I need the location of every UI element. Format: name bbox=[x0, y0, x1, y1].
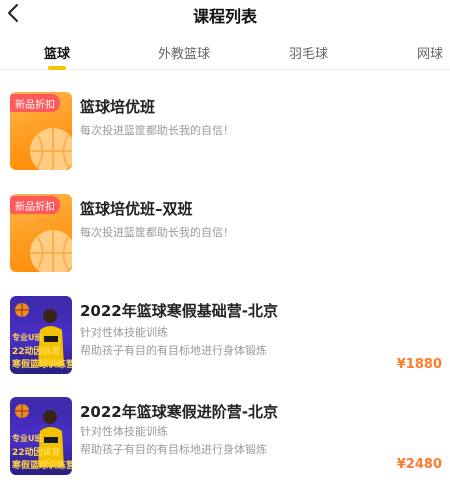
course-description: 针对性体技能训练 bbox=[80, 326, 168, 339]
promo-label: 专业U班 bbox=[12, 434, 43, 443]
course-description: 每次投进篮筐都助长我的自信！ bbox=[80, 226, 234, 239]
tab-foreign-basketball[interactable]: 外教篮球 bbox=[158, 43, 210, 62]
course-item[interactable]: 专业U班 22动因体育 寒假篮球训练营 2022年篮球寒假基础营-北京 针对性体… bbox=[10, 296, 442, 376]
basketball-icon bbox=[30, 230, 72, 272]
course-item[interactable]: 专业U班 22动因体育 寒假篮球训练营 2022年篮球寒假进阶营-北京 针对性体… bbox=[10, 397, 442, 477]
promo-label: 寒假篮球训练营 bbox=[12, 461, 72, 471]
promo-label: 专业U班 bbox=[12, 333, 43, 342]
tab-basketball[interactable]: 篮球 bbox=[44, 43, 70, 62]
header: 课程列表 bbox=[0, 0, 450, 30]
course-description: 针对性体技能训练 bbox=[80, 425, 168, 438]
page-title: 课程列表 bbox=[192, 7, 257, 26]
course-title: 2022年篮球寒假基础营-北京 bbox=[80, 302, 278, 320]
discount-badge: 新品折扣 bbox=[10, 94, 60, 112]
category-tabs: 篮球 外教篮球 羽毛球 网球 bbox=[0, 36, 450, 70]
discount-badge: 新品折扣 bbox=[10, 196, 60, 214]
course-description: 每次投进篮筐都助长我的自信！ bbox=[80, 124, 234, 137]
course-description: 帮助孩子有目的有目标地进行身体锻炼 bbox=[80, 443, 267, 456]
promo-label: 寒假篮球训练营 bbox=[12, 360, 72, 370]
tab-tennis[interactable]: 网球 bbox=[417, 43, 443, 62]
course-thumbnail: 新品折扣 bbox=[10, 194, 72, 272]
course-thumbnail: 专业U班 22动因体育 寒假篮球训练营 bbox=[10, 397, 72, 475]
tab-badminton[interactable]: 羽毛球 bbox=[289, 43, 328, 62]
course-title: 篮球培优班–双班 bbox=[80, 200, 193, 218]
course-title: 篮球培优班 bbox=[80, 98, 156, 116]
course-thumbnail: 专业U班 22动因体育 寒假篮球训练营 bbox=[10, 296, 72, 374]
course-item[interactable]: 新品折扣 篮球培优班 每次投进篮筐都助长我的自信！ bbox=[10, 92, 440, 172]
course-price: ¥1880 bbox=[396, 357, 442, 372]
course-item[interactable]: 新品折扣 篮球培优班–双班 每次投进篮筐都助长我的自信！ bbox=[10, 194, 440, 274]
basketball-icon bbox=[30, 128, 72, 170]
active-tab-indicator bbox=[48, 66, 66, 70]
course-price: ¥2480 bbox=[396, 457, 442, 472]
basketball-icon bbox=[15, 404, 29, 418]
course-description: 帮助孩子有目的有目标地进行身体锻炼 bbox=[80, 344, 267, 357]
course-title: 2022年篮球寒假进阶营-北京 bbox=[80, 403, 278, 421]
basketball-icon bbox=[15, 303, 29, 317]
promo-label: 22动因体育 bbox=[12, 448, 61, 458]
promo-label: 22动因体育 bbox=[12, 347, 61, 357]
course-thumbnail: 新品折扣 bbox=[10, 92, 72, 170]
